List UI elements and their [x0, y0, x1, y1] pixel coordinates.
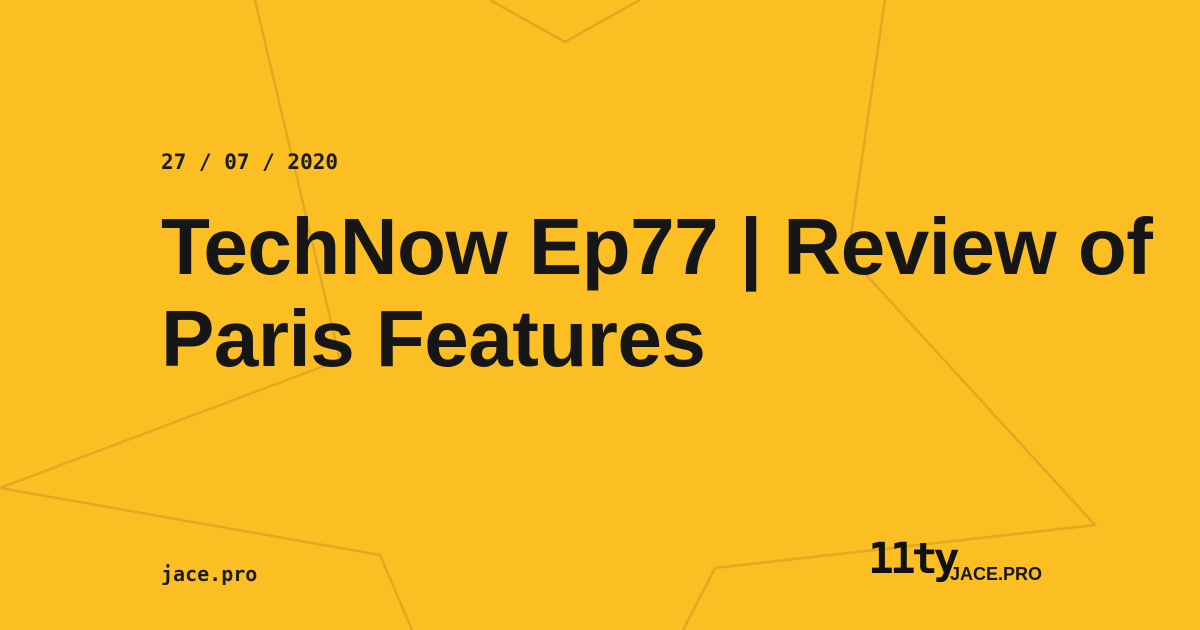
social-card: 27 / 07 / 2020 TechNow Ep77 | Review of …	[0, 0, 1200, 630]
post-title: TechNow Ep77 | Review of Paris Features	[161, 202, 1153, 383]
eleventy-logo: 11ty	[868, 534, 960, 584]
site-url: jace.pro	[161, 562, 258, 586]
post-date: 27 / 07 / 2020	[161, 150, 339, 174]
brand-name: JACE.PRO	[950, 564, 1043, 584]
